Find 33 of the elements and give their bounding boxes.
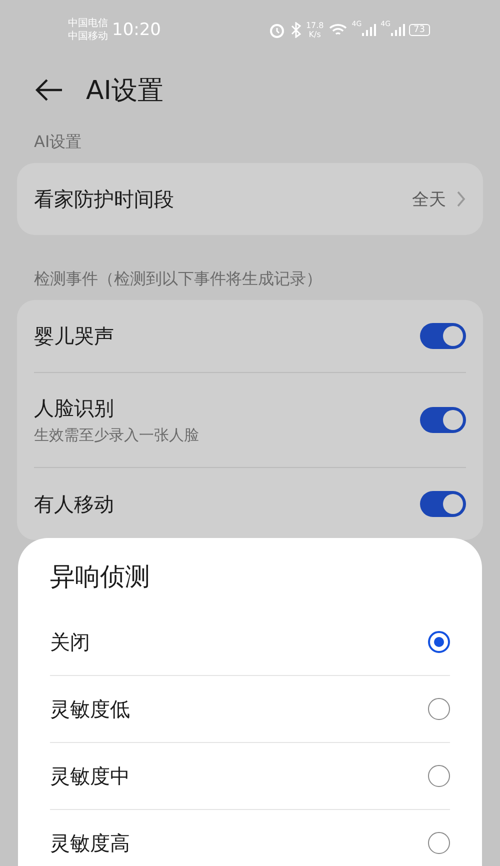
radio-button[interactable] [428, 832, 450, 854]
section-title: 检测事件（检测到以下事件将生成记录） [33, 268, 323, 290]
carrier-name: 中国电信 [68, 17, 108, 30]
sheet-title: 异响侦测 [50, 561, 151, 593]
setting-label: 婴儿哭声 [34, 322, 115, 350]
radio-button[interactable] [428, 765, 450, 787]
toggle-switch[interactable] [420, 491, 466, 517]
setting-label: 人脸识别 [34, 395, 115, 422]
setting-label: 有人移动 [34, 490, 115, 518]
carrier-name: 中国移动 [68, 30, 108, 43]
setting-value[interactable]: 全天 [412, 188, 446, 210]
signal-icon [362, 23, 376, 37]
network-speed: 17.8 [306, 21, 324, 30]
page-title: AI设置 [86, 74, 164, 108]
toggle-switch[interactable] [420, 407, 466, 433]
signal-icon [390, 23, 405, 37]
radio-button[interactable] [428, 698, 450, 720]
bluetooth-icon [290, 22, 301, 38]
radio-button[interactable] [428, 631, 450, 653]
option-label[interactable]: 灵敏度中 [50, 762, 428, 790]
toggle-switch[interactable] [420, 323, 466, 349]
option-label[interactable]: 灵敏度低 [50, 696, 428, 722]
setting-label: 看家防护时间段 [34, 186, 175, 212]
status-time: 10:20 [112, 20, 161, 40]
battery-level: 73 [408, 24, 430, 36]
setting-description: 生效需至少录入一张人脸 [34, 426, 200, 445]
wifi-icon [328, 23, 347, 37]
alarm-icon [268, 22, 285, 38]
option-label[interactable]: 灵敏度高 [50, 830, 428, 856]
speed-unit: K/s [308, 30, 321, 39]
option-label[interactable]: 关闭 [50, 628, 428, 656]
back-arrow-icon[interactable] [34, 78, 64, 102]
section-title: AI设置 [33, 131, 83, 153]
